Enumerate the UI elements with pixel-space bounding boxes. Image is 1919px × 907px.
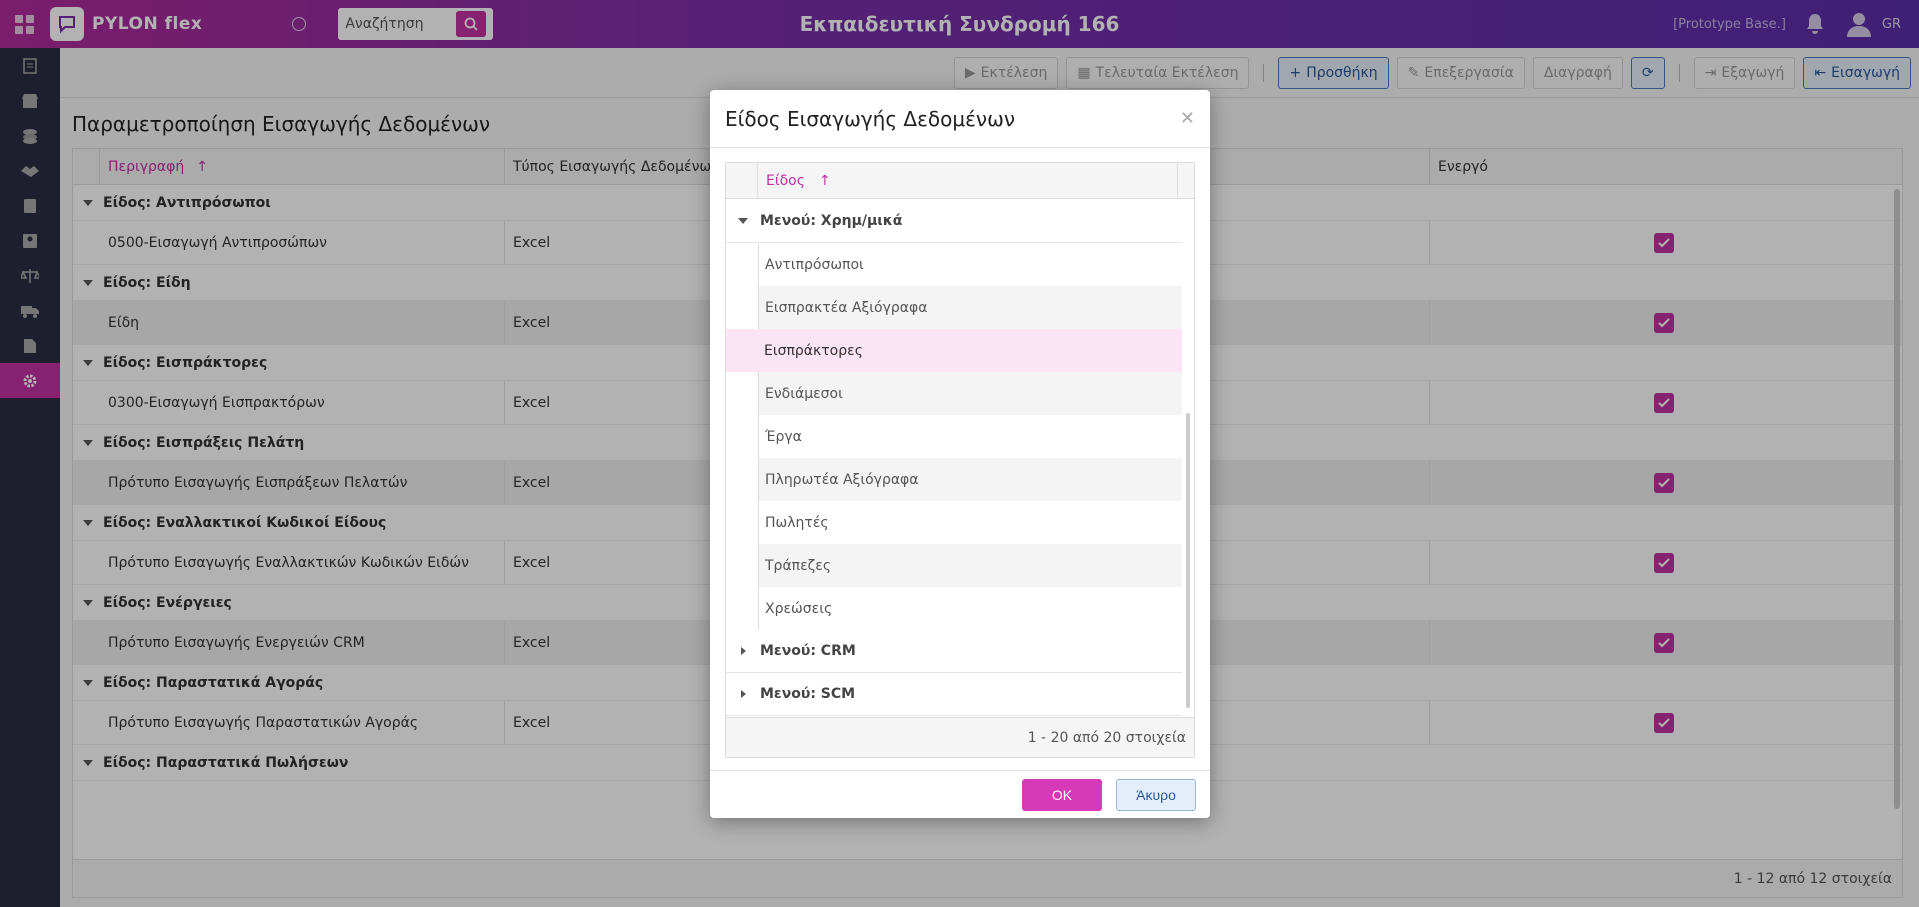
caret-down-icon [738, 218, 748, 224]
dialog-pager-info: 1 - 20 από 20 στοιχεία [726, 717, 1194, 757]
list-item[interactable]: Πληρωτέα Αξιόγραφα [758, 458, 1182, 501]
list-item[interactable]: Έργα [758, 415, 1182, 458]
dialog-grid-header-spacer [726, 163, 758, 198]
cancel-button[interactable]: Άκυρο [1116, 778, 1196, 811]
ok-button[interactable]: OK [1022, 778, 1102, 811]
dialog-grid: Είδος ↑ Μενού: Χρημ/μικά Αντιπρόσωποι Εισ… [725, 162, 1195, 758]
list-item[interactable]: Ενδιάμεσοι [758, 372, 1182, 415]
close-icon[interactable]: ✕ [1180, 108, 1195, 129]
dialog-footer: OK Άκυρο [710, 770, 1210, 818]
dialog-grid-scrollbar[interactable] [1186, 413, 1190, 708]
list-item[interactable]: Αντιπρόσωποι [758, 243, 1182, 286]
sort-ascending-icon: ↑ [818, 172, 831, 189]
dialog-grid-header: Είδος ↑ [726, 163, 1194, 199]
dialog-header: Είδος Εισαγωγής Δεδομένων ✕ [710, 90, 1210, 148]
list-item[interactable]: Χρεώσεις [758, 587, 1182, 630]
tree-group-crm[interactable]: Μενού: CRM [726, 630, 1182, 673]
dialog-title: Είδος Εισαγωγής Δεδομένων [725, 106, 1016, 131]
caret-right-icon [741, 647, 746, 655]
import-type-dialog: Είδος Εισαγωγής Δεδομένων ✕ Είδος ↑ Μενού… [710, 90, 1210, 818]
list-item-selected[interactable]: Εισπράκτορες [726, 329, 1182, 372]
list-item[interactable]: Πωλητές [758, 501, 1182, 544]
column-header-type[interactable]: Είδος ↑ [758, 163, 1178, 198]
list-item[interactable]: Εισπρακτέα Αξιόγραφα [758, 286, 1182, 329]
tree-group-scm[interactable]: Μενού: SCM [726, 673, 1182, 716]
list-item[interactable]: Τράπεζες [758, 544, 1182, 587]
dialog-grid-body: Μενού: Χρημ/μικά Αντιπρόσωποι Εισπρακτέα… [726, 200, 1182, 718]
caret-right-icon [741, 690, 746, 698]
tree-group-finance[interactable]: Μενού: Χρημ/μικά [726, 200, 1182, 243]
